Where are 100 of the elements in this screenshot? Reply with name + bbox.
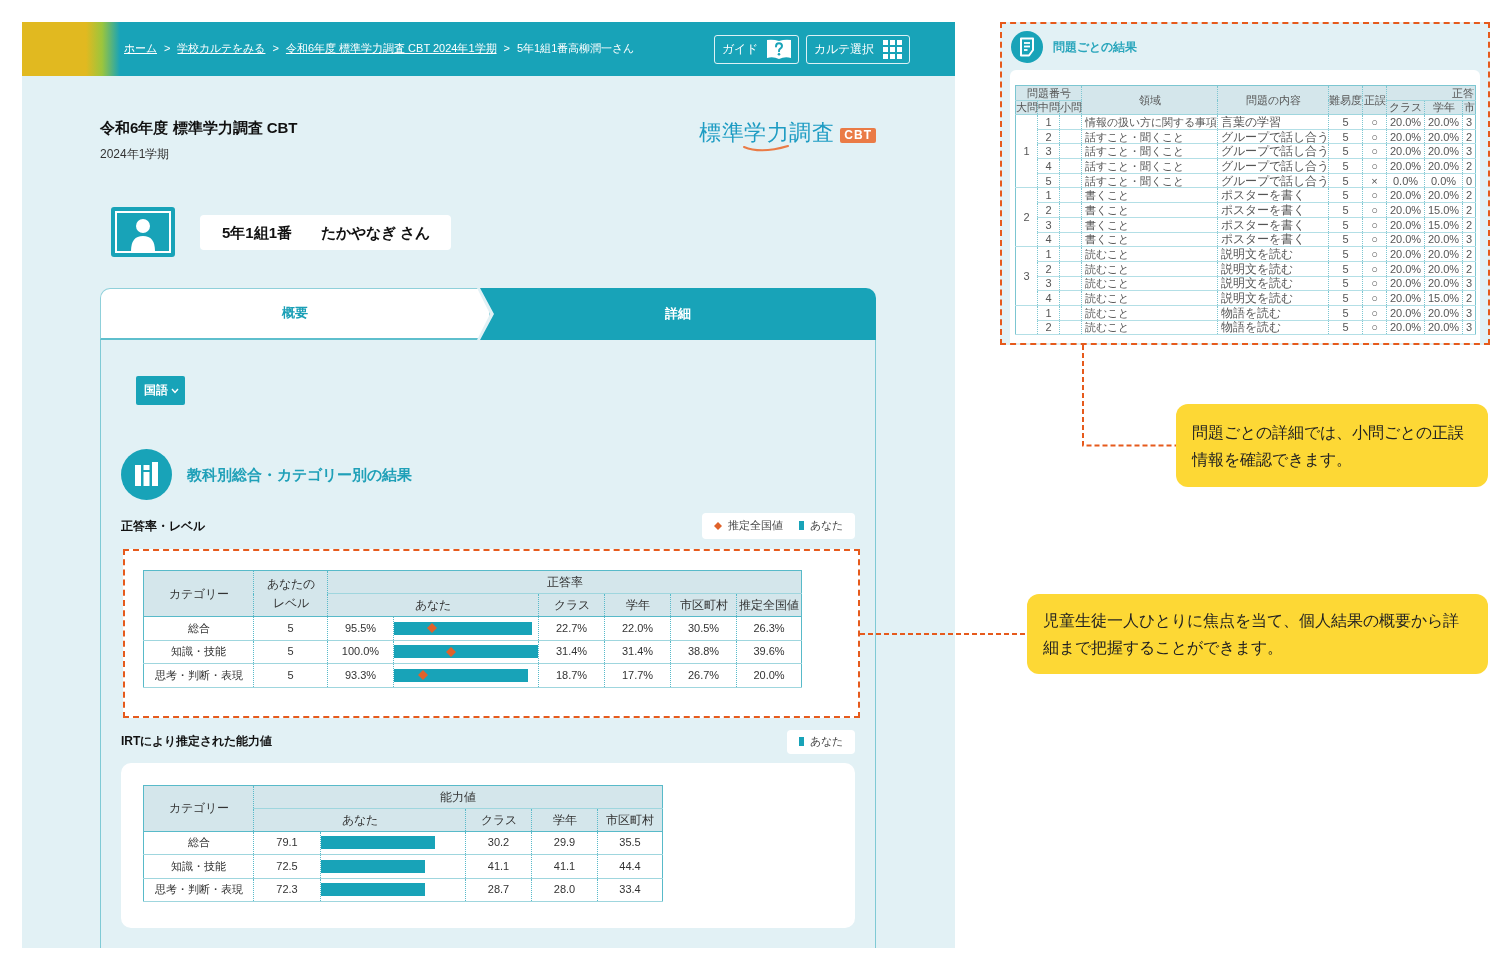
table-cell: 2	[1015, 187, 1038, 247]
table-cell: 5	[1328, 217, 1363, 232]
table-cell: 38.8%	[670, 640, 737, 664]
table-cell: ○	[1362, 187, 1387, 203]
table-cell: 2	[1037, 129, 1060, 144]
subject-dropdown[interactable]: 国語	[136, 376, 185, 405]
diamond-icon	[714, 522, 722, 530]
table-cell: 20.0%	[1424, 320, 1463, 335]
breadcrumb-separator: >	[164, 41, 171, 57]
table-cell: 読むこと	[1081, 246, 1218, 262]
table-cell: 5	[1328, 173, 1363, 188]
table-cell: 3	[1462, 320, 1476, 335]
table-cell: 読むこと	[1081, 261, 1218, 277]
column-header: 問題番号	[1015, 85, 1082, 100]
table-cell: 17.7%	[604, 663, 671, 687]
table-cell: グループで話し合う	[1217, 143, 1329, 159]
table-cell: ポスターを書く	[1217, 217, 1329, 232]
table-cell: グループで話し合う	[1217, 173, 1329, 188]
legend-label: あなた	[810, 733, 843, 749]
table-cell: 0.0%	[1424, 173, 1463, 188]
page-title: 令和6年度 標準学力調査 CBT	[100, 118, 298, 138]
table-cell: 4	[1037, 232, 1060, 247]
table-cell: 20.0%	[1386, 114, 1425, 130]
breadcrumb-separator: >	[503, 41, 510, 57]
logo-text: 標準学力調査	[699, 120, 835, 146]
tab[interactable]: 概要	[100, 288, 490, 340]
table-cell: 読むこと	[1081, 290, 1218, 306]
table-cell: ○	[1362, 202, 1387, 218]
table-cell: 総合	[143, 831, 254, 855]
table-cell: 情報の扱い方に関する事項	[1081, 114, 1218, 130]
table-cell: 5	[1328, 290, 1363, 306]
table-cell: 28.0	[531, 878, 598, 902]
column-header: カテゴリー	[143, 570, 254, 617]
table-cell: 79.1	[253, 831, 321, 855]
table-cell: 15.0%	[1424, 290, 1463, 306]
term-label: 2024年1学期	[100, 146, 171, 163]
breadcrumb-link[interactable]: ホーム	[124, 41, 157, 57]
table-cell: ○	[1362, 129, 1387, 144]
table-cell: ○	[1362, 320, 1387, 335]
table-cell: 総合	[143, 616, 254, 640]
table-cell: 5	[1328, 246, 1363, 262]
table-cell: 5	[1328, 320, 1363, 335]
table-cell: 思考・判断・表現	[143, 878, 254, 902]
breadcrumb-link[interactable]: 学校カルテをみる	[177, 41, 266, 57]
table-cell: 2	[1037, 202, 1060, 218]
table-cell: 1	[1037, 305, 1060, 321]
tab[interactable]: 詳細	[480, 288, 876, 340]
table-cell: 93.3%	[327, 663, 394, 687]
table-cell: 20.0%	[1386, 202, 1425, 218]
table-cell: 2	[1037, 320, 1060, 335]
table-cell: 言葉の学習	[1217, 114, 1329, 130]
column-header: 正答率	[327, 570, 802, 594]
table-cell: 20.0%	[1424, 129, 1463, 144]
table-cell: 説明文を読む	[1217, 261, 1329, 277]
table-cell: 書くこと	[1081, 202, 1218, 218]
table-cell: ○	[1362, 217, 1387, 232]
table-cell: 3	[1037, 276, 1060, 291]
table-cell: 5	[1328, 232, 1363, 247]
table-cell: 31.4%	[538, 640, 605, 664]
table-cell: 3	[1037, 143, 1060, 159]
table-cell: 5	[1328, 114, 1363, 130]
student-number: 5年1組1番	[222, 222, 293, 243]
table-cell: 説明文を読む	[1217, 290, 1329, 306]
table-cell: 4	[1037, 158, 1060, 174]
table-cell: 5	[1328, 202, 1363, 218]
table-cell: 知識・技能	[143, 854, 254, 878]
table-cell: 読むこと	[1081, 305, 1218, 321]
subsection-title: 正答率・レベル	[121, 517, 205, 535]
table-cell: ○	[1362, 261, 1387, 277]
table-cell: 72.3	[253, 878, 321, 902]
table-cell: 0.0%	[1386, 173, 1425, 188]
table-cell: 20.0%	[1386, 290, 1425, 306]
column-header: 難易度	[1328, 85, 1363, 115]
table-cell: 20.0%	[1386, 320, 1425, 335]
table-cell: 20.0%	[1424, 114, 1463, 130]
bar-swatch-icon	[799, 521, 804, 531]
callout: 問題ごとの詳細では、小問ごとの正誤情報を確認できます。	[1176, 404, 1488, 487]
table-cell: 20.0%	[1386, 276, 1425, 291]
table-cell: 20.0%	[1386, 261, 1425, 277]
column-header: カテゴリー	[143, 785, 254, 831]
table-cell: 1	[1015, 114, 1038, 188]
bar-swatch-icon	[799, 737, 804, 746]
table-cell: 41.1	[531, 854, 598, 878]
callout: 児童生徒一人ひとりに焦点を当て、個人結果の概要から詳細まで把握することができます。	[1027, 594, 1488, 674]
table-cell: 20.0%	[1424, 276, 1463, 291]
table-cell: 22.0%	[604, 616, 671, 640]
table-cell: ○	[1362, 232, 1387, 247]
table-cell: ○	[1362, 246, 1387, 262]
table-cell: 3	[1462, 232, 1476, 247]
legend-label: あなた	[810, 518, 843, 534]
table-cell: 5	[253, 640, 328, 664]
table-cell: 話すこと・聞くこと	[1081, 129, 1218, 144]
table-cell: 5	[1328, 276, 1363, 291]
table-cell: 31.4%	[604, 640, 671, 664]
table-cell: 物語を読む	[1217, 320, 1329, 335]
record-select-button[interactable]: カルテ選択	[806, 34, 910, 64]
breadcrumb-link[interactable]: 令和6年度 標準学力調査 CBT 2024年1学期	[285, 41, 497, 57]
table-cell: ○	[1362, 143, 1387, 159]
guide-button[interactable]: ガイド	[714, 34, 799, 64]
table-cell: 20.0%	[1386, 246, 1425, 262]
